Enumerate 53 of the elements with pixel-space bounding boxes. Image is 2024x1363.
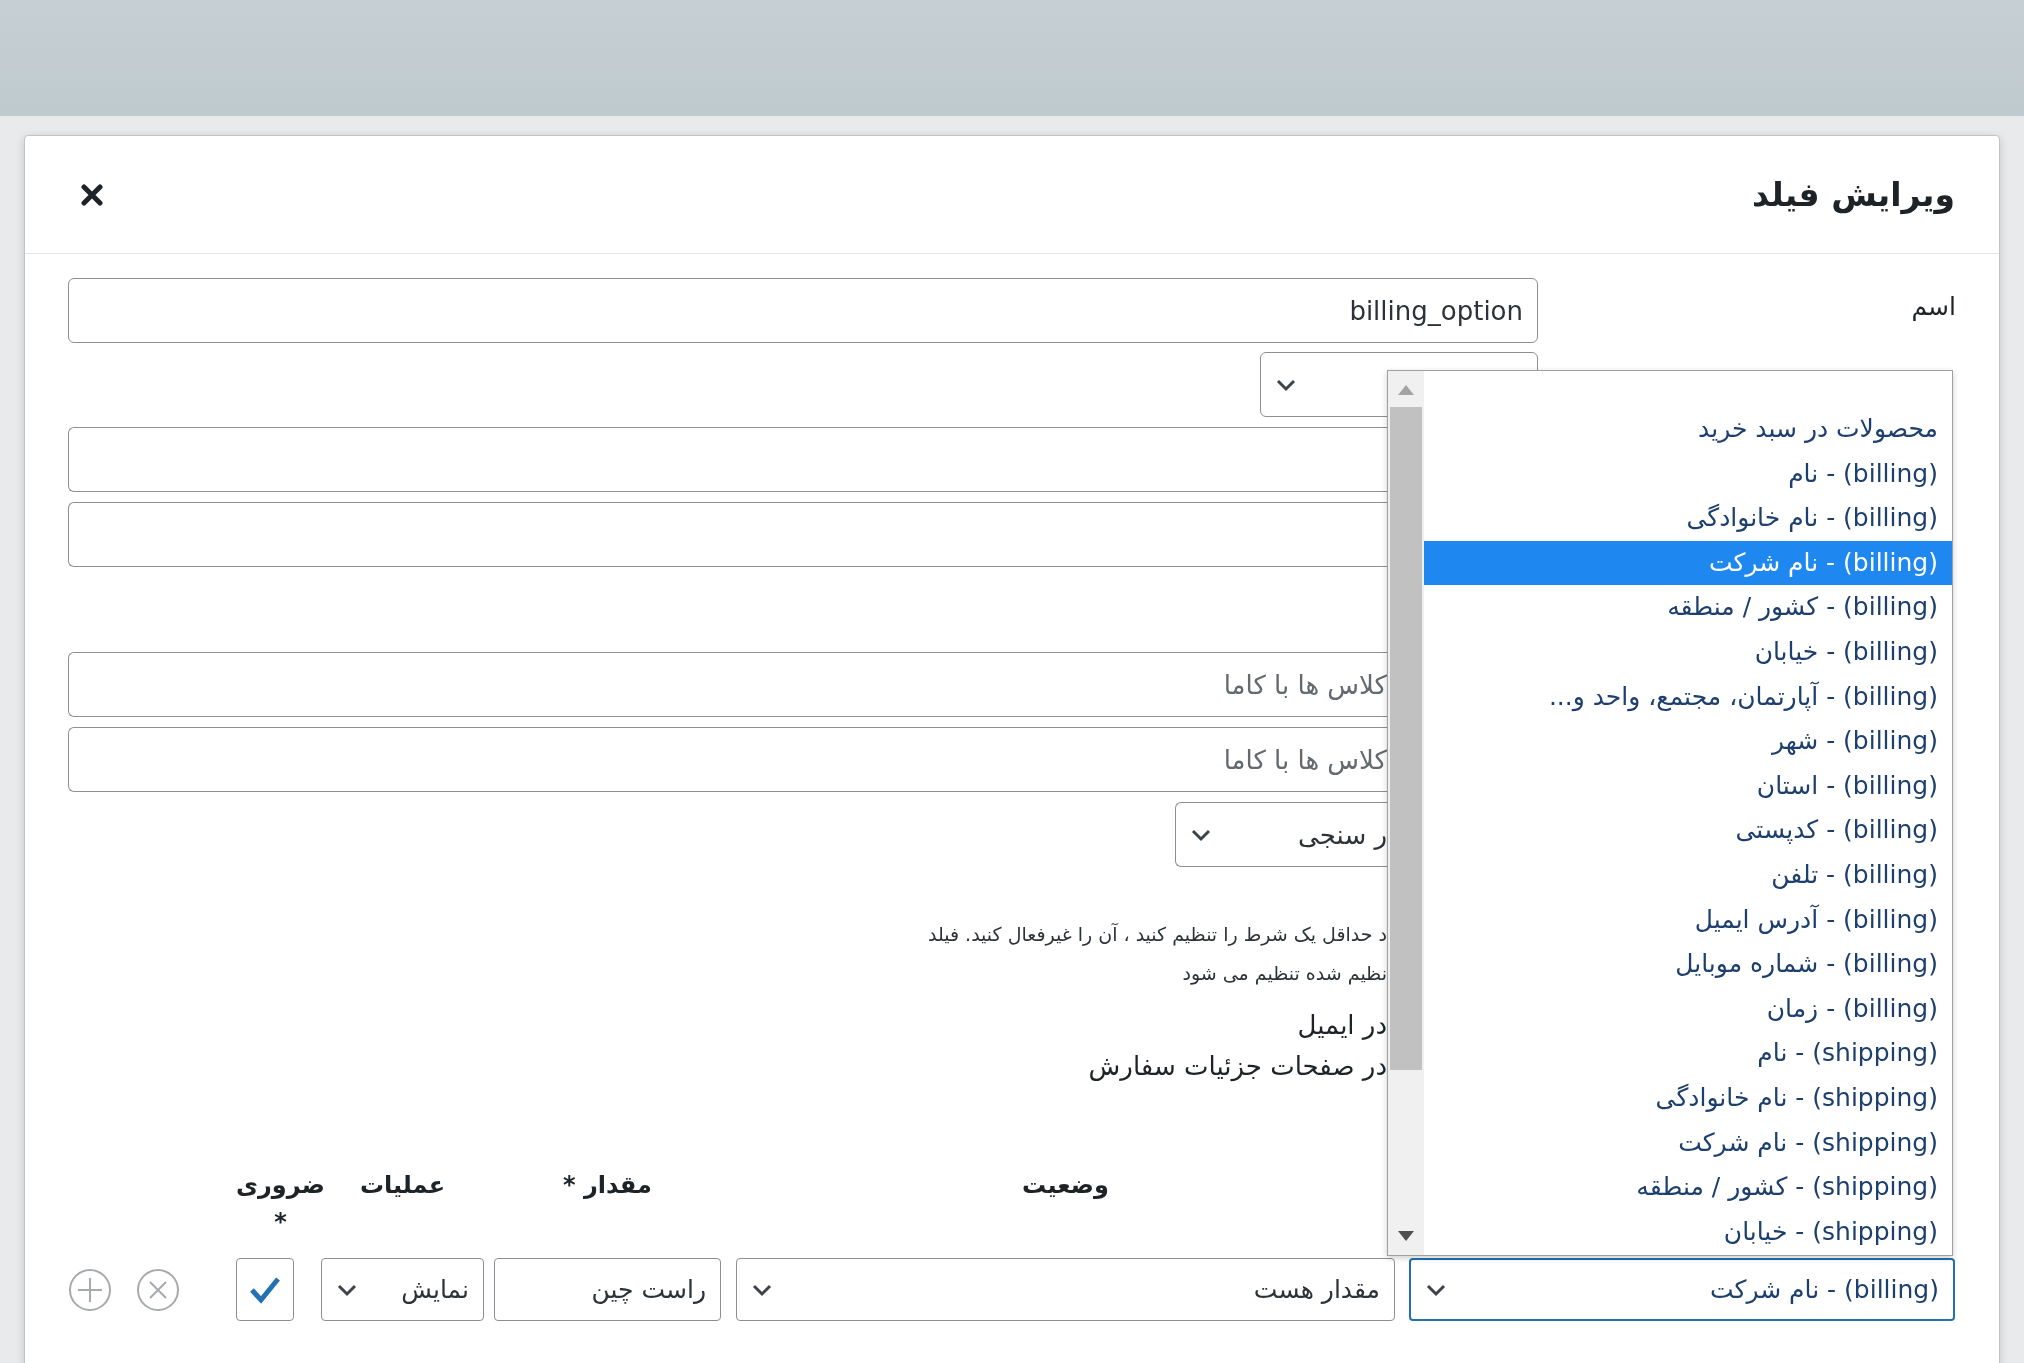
dialog-title: ویرایش فیلد <box>1752 175 1955 214</box>
dropdown-option[interactable]: (shipping) - نام شرکت <box>1424 1120 1952 1166</box>
column-header: مقدار * <box>563 1170 652 1201</box>
select-field[interactable]: نمایش <box>321 1258 484 1321</box>
input-field[interactable]: راست چین <box>494 1258 721 1321</box>
option-label: در ایمیل <box>1296 1009 1387 1042</box>
column-header: وضعیت <box>1022 1170 1109 1201</box>
input-field[interactable]: کلاس ها با کاما <box>68 727 1387 792</box>
dropdown-option[interactable]: (billing) - کدپستی <box>1424 808 1952 853</box>
dropdown-option[interactable]: (billing) - آپارتمان، مجتمع، واحد و... <box>1424 674 1952 720</box>
add-circle-icon[interactable] <box>68 1267 112 1312</box>
dropdown-menu[interactable] <box>1387 370 1953 1256</box>
scroll-thumb[interactable] <box>1390 407 1422 1070</box>
dropdown-option[interactable]: (billing) - خیابان <box>1424 629 1952 675</box>
select-field[interactable]: مقدار هست <box>736 1258 1395 1321</box>
chevron-icon <box>751 1282 773 1297</box>
dropdown-option[interactable]: (billing) - نام <box>1424 451 1952 497</box>
chevron-icon <box>1275 377 1297 392</box>
input-field[interactable]: کلاس ها با کاما <box>68 652 1387 717</box>
dropdown-option[interactable]: (billing) - آدرس ایمیل <box>1424 897 1952 943</box>
field-label: اسم <box>1910 291 1956 323</box>
dropdown-option[interactable]: (shipping) - نام <box>1424 1031 1952 1076</box>
dropdown-option[interactable]: (shipping) - نام خانوادگی <box>1424 1075 1952 1121</box>
dropdown-option[interactable]: (shipping) - خیابان <box>1424 1209 1952 1255</box>
input-field[interactable]: billing_option <box>68 278 1538 343</box>
scrollbar[interactable] <box>1388 371 1424 1255</box>
dropdown-option[interactable]: (billing) - نام شرکت <box>1424 540 1952 586</box>
remove-circle-icon[interactable] <box>136 1267 180 1312</box>
down-arrow-icon[interactable] <box>1398 1231 1414 1241</box>
dropdown-option[interactable]: (billing) - شهر <box>1424 719 1952 764</box>
dropdown-option[interactable]: (billing) - شماره موبایل <box>1424 942 1952 987</box>
input-field[interactable] <box>68 502 1387 567</box>
column-header: عملیات <box>359 1170 446 1201</box>
dropdown-option[interactable]: محصولات در سبد خرید <box>1424 407 1952 452</box>
dropdown-option[interactable]: (billing) - تلفن <box>1424 852 1952 898</box>
dropdown-option[interactable]: (billing) - استان <box>1424 763 1952 809</box>
chevron-icon <box>336 1282 358 1297</box>
dropdown-option[interactable]: (billing) - زمان <box>1424 986 1952 1032</box>
dropdown-option[interactable]: (billing) - نام خانوادگی <box>1424 496 1952 541</box>
help-text: د حداقل یک شرط را تنظیم کنید ، آن را غیرفعال کنید. فیلد <box>927 922 1387 948</box>
select-field[interactable]: ر سنجی <box>1175 802 1387 867</box>
help-text: نظیم شده تنظیم می شود <box>1181 961 1387 987</box>
close-icon <box>81 183 103 206</box>
option-label: در صفحات جزئیات سفارش <box>1087 1050 1387 1084</box>
chevron-icon <box>1425 1282 1447 1297</box>
column-header: ضروری * <box>236 1170 325 1238</box>
dropdown-option[interactable]: (shipping) - کشور / منطقه <box>1424 1165 1952 1210</box>
up-arrow-icon[interactable] <box>1398 385 1414 395</box>
dropdown-option[interactable]: (billing) - کشور / منطقه <box>1424 585 1952 630</box>
chevron-icon <box>1190 827 1212 842</box>
input-field[interactable] <box>68 427 1387 492</box>
select-field[interactable]: (billing) - نام شرکت <box>1409 1258 1955 1321</box>
checkbox[interactable] <box>236 1258 294 1321</box>
